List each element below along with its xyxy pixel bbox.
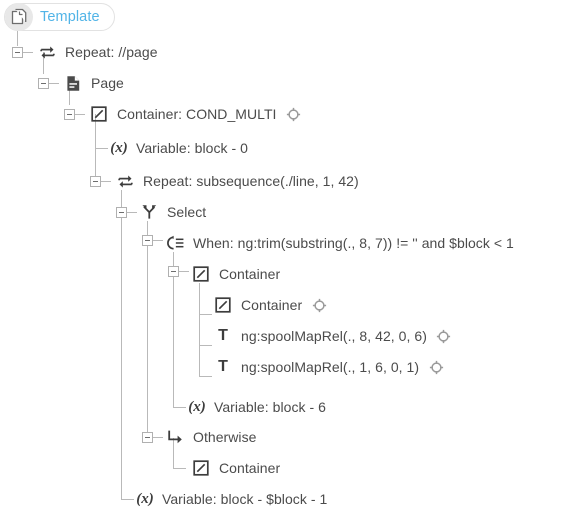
tree-node-label: ng:spoolMapRel(., 1, 6, 0, 1) [241, 359, 420, 375]
tree-line [153, 437, 163, 438]
tree-line [199, 376, 212, 377]
tree-node-label: Variable: block - 6 [214, 399, 326, 415]
target-icon[interactable] [428, 359, 444, 375]
tree-line [179, 271, 189, 272]
tree-node-label: Page [91, 75, 124, 91]
tree-node-label: ng:spoolMapRel(., 8, 42, 0, 6) [241, 328, 427, 344]
tree-node-label: Container [219, 460, 281, 476]
tree-node-variable-block-expr[interactable]: (x) Variable: block - $block - 1 [134, 484, 327, 514]
container-icon [90, 105, 108, 123]
toggle-n7[interactable] [142, 235, 153, 246]
container-icon [192, 459, 210, 477]
container-icon [214, 296, 232, 314]
tree-line [199, 314, 212, 315]
tree-line [199, 345, 212, 346]
tree-line [121, 212, 122, 499]
tree-node-label: When: ng:trim(substring(., 8, 7)) != '' … [193, 235, 514, 251]
tree-node-label: Repeat: //page [65, 44, 158, 60]
otherwise-icon [166, 428, 184, 446]
container-icon [192, 265, 210, 283]
tree-node-container-inner[interactable]: Container [192, 259, 280, 289]
tree-line [121, 499, 134, 500]
tree-node-label: Variable: block - $block - 1 [162, 491, 328, 507]
tree-line [199, 283, 200, 376]
tree-line [95, 148, 108, 149]
tree-line [23, 52, 33, 53]
repeat-icon [38, 43, 56, 61]
tree-node-label: Select [167, 204, 207, 220]
tree-node-container-otherwise[interactable]: Container [192, 453, 280, 483]
page-icon [64, 74, 82, 92]
tree-line [147, 221, 148, 439]
tree-node-container-cond-multi[interactable]: Container: COND_MULTI [90, 99, 302, 129]
text-icon: T [218, 327, 228, 344]
tree-line [17, 31, 18, 46]
tree-node-label: Container [241, 297, 303, 313]
variable-icon: (x) [188, 398, 206, 415]
tree-node-select[interactable]: Select [140, 197, 206, 227]
tree-node-container-leaf[interactable]: Container [214, 290, 327, 320]
variable-icon: (x) [110, 139, 128, 156]
text-icon: T [218, 358, 228, 375]
tree-node-label: Container [219, 266, 281, 282]
tree-line [173, 468, 186, 469]
toggle-n8[interactable] [168, 266, 179, 277]
target-icon[interactable] [436, 328, 452, 344]
tree-line [153, 240, 163, 241]
tree-node-repeat-page[interactable]: Repeat: //page [38, 37, 158, 67]
tree-line [173, 407, 186, 408]
tree-node-label: Container: COND_MULTI [117, 106, 277, 122]
when-icon [166, 234, 184, 252]
tree-node-otherwise[interactable]: Otherwise [166, 422, 256, 452]
toggle-n13[interactable] [142, 432, 153, 443]
tree-node-repeat-subsequence[interactable]: Repeat: subsequence(./line, 1, 42) [116, 166, 359, 196]
toggle-n3[interactable] [64, 109, 75, 120]
tree-node-label: Otherwise [193, 429, 257, 445]
variable-icon: (x) [136, 490, 154, 507]
toggle-n5[interactable] [90, 176, 101, 187]
toggle-n2[interactable] [38, 78, 49, 89]
tree-node-variable-block-6[interactable]: (x) Variable: block - 6 [186, 392, 326, 422]
tree-node-text-spoolmaprel-2[interactable]: T ng:spoolMapRel(., 1, 6, 0, 1) [214, 352, 444, 382]
root-node-template[interactable]: Template [4, 3, 115, 31]
template-tree: Template Repeat: //page Page Container: … [0, 0, 566, 515]
tree-line [75, 114, 85, 115]
tree-node-text-spoolmaprel-1[interactable]: T ng:spoolMapRel(., 8, 42, 0, 6) [214, 321, 452, 351]
tree-node-variable-block-0[interactable]: (x) Variable: block - 0 [108, 133, 248, 163]
select-icon [140, 203, 158, 221]
toggle-n6[interactable] [116, 207, 127, 218]
root-node-label: Template [40, 9, 100, 25]
copy-pages-icon [5, 3, 33, 31]
toggle-n1[interactable] [12, 47, 23, 58]
tree-node-label: Variable: block - 0 [136, 140, 248, 156]
tree-line [127, 212, 137, 213]
tree-line [101, 181, 111, 182]
tree-node-label: Repeat: subsequence(./line, 1, 42) [143, 173, 359, 189]
target-icon[interactable] [311, 297, 327, 313]
tree-line [49, 83, 59, 84]
tree-node-when[interactable]: When: ng:trim(substring(., 8, 7)) != '' … [166, 228, 514, 258]
tree-node-page[interactable]: Page [64, 68, 124, 98]
target-icon[interactable] [286, 106, 302, 122]
repeat-icon [116, 172, 134, 190]
